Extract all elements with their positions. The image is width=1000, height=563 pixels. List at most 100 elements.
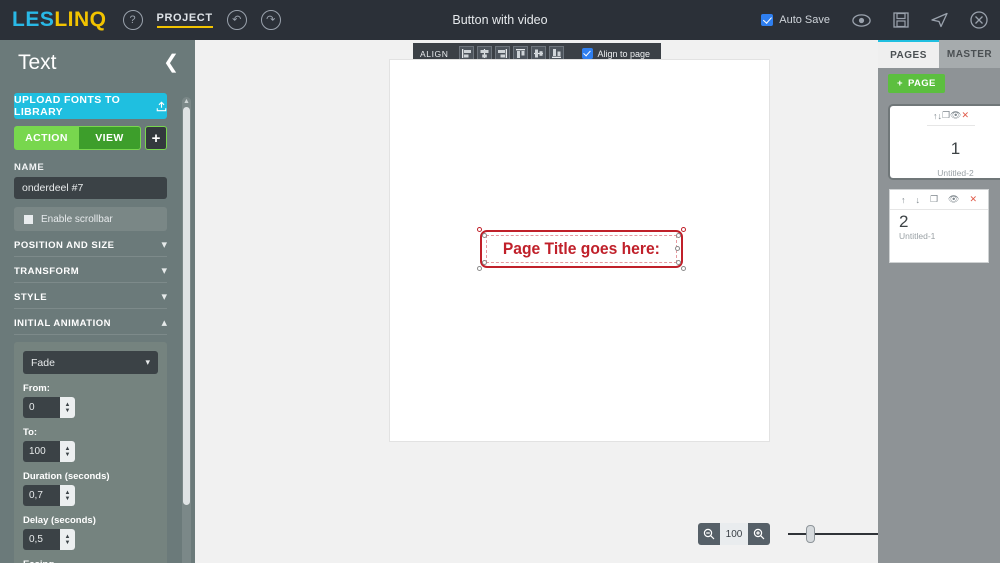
chevron-down-icon: ▾ xyxy=(161,291,167,303)
resize-handle-bottom-left[interactable] xyxy=(477,266,482,271)
name-label: NAME xyxy=(14,162,45,173)
section-label: POSITION AND SIZE xyxy=(14,240,115,251)
add-page-row: + PAGE xyxy=(878,68,1000,98)
tab-view[interactable]: VIEW xyxy=(79,126,141,150)
autosave-label: Auto Save xyxy=(779,14,830,26)
enable-scrollbar-checkbox[interactable] xyxy=(24,214,33,224)
paper-plane-icon[interactable] xyxy=(931,12,948,28)
action-view-toggle: ACTION VIEW + xyxy=(14,126,167,150)
align-to-page-label: Align to page xyxy=(597,48,651,59)
add-page-button[interactable]: + PAGE xyxy=(888,73,945,93)
section-position-and-size[interactable]: POSITION AND SIZE ▾ xyxy=(14,240,167,257)
scroll-up-arrow-icon[interactable]: ▲ xyxy=(182,98,191,105)
duration-stepper[interactable]: 0,7 ▲ ▼ xyxy=(23,485,75,506)
anchor-handle-bottom-left[interactable] xyxy=(482,260,487,265)
to-stepper-arrows[interactable]: ▲ ▼ xyxy=(60,441,75,462)
align-top-icon[interactable] xyxy=(512,46,528,61)
delete-icon[interactable]: ✕ xyxy=(961,110,969,121)
app-root: LES LINQ ? PROJECT ↶ ↷ Button with video … xyxy=(0,0,1000,563)
text-object-dashed-guide xyxy=(486,235,677,263)
to-stepper[interactable]: 100 ▲ ▼ xyxy=(23,441,75,462)
tab-pages[interactable]: PAGES xyxy=(878,40,939,68)
resize-handle-top-right[interactable] xyxy=(681,227,686,232)
resize-handle-bottom-right[interactable] xyxy=(681,266,686,271)
chevron-down-icon: ▾ xyxy=(161,265,167,277)
duplicate-icon[interactable]: ❐ xyxy=(930,194,938,205)
visibility-icon[interactable]: 👁 xyxy=(950,110,961,121)
initial-animation-content: Fade ▾ From: 0 ▲ ▼ To: 100 ▲ ▼ Duration (s… xyxy=(14,342,167,563)
upload-fonts-label: UPLOAD FONTS TO LIBRARY xyxy=(14,94,121,118)
scrollbar-thumb[interactable] xyxy=(183,107,190,505)
page-card[interactable]: ↑ ↓ ❐ 👁 ✕ 2 Untitled-1 xyxy=(890,190,988,262)
easing-label: Easing xyxy=(23,559,158,563)
redo-icon[interactable]: ↷ xyxy=(260,10,281,30)
add-action-button[interactable]: + xyxy=(145,126,167,150)
align-bottom-icon[interactable] xyxy=(548,46,564,61)
animation-type-select[interactable]: Fade ▾ xyxy=(23,351,158,374)
delay-stepper[interactable]: 0,5 ▲ ▼ xyxy=(23,529,75,550)
left-properties-panel: Text ❮ UPLOAD FONTS TO LIBRARY ACTION VI… xyxy=(0,40,195,563)
project-menu[interactable]: PROJECT xyxy=(156,12,213,28)
zoom-slider-handle[interactable] xyxy=(806,525,815,543)
align-right-icon[interactable] xyxy=(494,46,510,61)
align-to-page-toggle[interactable]: Align to page xyxy=(577,46,655,61)
logo-les: LES xyxy=(12,8,55,31)
name-input[interactable] xyxy=(14,177,167,199)
page-card-controls: ↑ ↓ ❐ 👁 ✕ xyxy=(926,106,976,126)
section-transform[interactable]: TRANSFORM ▾ xyxy=(14,266,167,283)
move-up-icon[interactable]: ↑ xyxy=(901,195,906,205)
from-stepper-arrows[interactable]: ▲ ▼ xyxy=(60,397,75,418)
anchor-handle-top-left[interactable] xyxy=(482,233,487,238)
resize-handle-top-left[interactable] xyxy=(477,227,482,232)
duplicate-icon[interactable]: ❐ xyxy=(942,110,950,121)
align-buttons-group xyxy=(458,46,564,61)
align-toolbar-label: ALIGN xyxy=(420,48,449,59)
question-circle-icon[interactable]: ? xyxy=(122,10,143,30)
anchor-handle-bottom-right[interactable] xyxy=(676,260,681,265)
app-logo: LES LINQ xyxy=(12,8,107,32)
from-stepper[interactable]: 0 ▲ ▼ xyxy=(23,397,75,418)
canvas-area[interactable]: ALIGN Align to page Page Title goes here… xyxy=(195,40,1000,563)
tab-master[interactable]: MASTER xyxy=(939,40,1000,68)
chevron-down-icon: ▾ xyxy=(161,239,167,251)
enable-scrollbar-row[interactable]: Enable scrollbar xyxy=(14,207,167,231)
to-value: 100 xyxy=(29,446,46,457)
close-circle-icon[interactable] xyxy=(970,11,988,29)
upload-fonts-button[interactable]: UPLOAD FONTS TO LIBRARY xyxy=(14,93,167,119)
delay-label: Delay (seconds) xyxy=(23,515,96,526)
section-label: STYLE xyxy=(14,292,48,303)
tab-action[interactable]: ACTION xyxy=(14,126,79,150)
right-pages-panel: PAGES MASTER + PAGE ↑ ↓ ❐ 👁 ✕ 1 Untitled… xyxy=(878,40,1000,563)
eye-icon[interactable] xyxy=(852,13,871,27)
zoom-buttons: 100 xyxy=(698,523,770,545)
autosave-toggle[interactable]: Auto Save xyxy=(761,14,830,26)
section-initial-animation[interactable]: INITIAL ANIMATION ▴ xyxy=(14,318,167,335)
selected-text-object[interactable]: Page Title goes here: xyxy=(477,227,686,271)
floppy-disk-icon[interactable] xyxy=(893,12,909,28)
left-panel-scrollbar[interactable]: ▲ ▼ xyxy=(182,97,191,563)
left-panel-title: Text xyxy=(18,50,57,74)
delay-stepper-arrows[interactable]: ▲ ▼ xyxy=(60,529,75,550)
align-left-icon[interactable] xyxy=(458,46,474,61)
delete-icon[interactable]: ✕ xyxy=(969,194,977,205)
section-style[interactable]: STYLE ▾ xyxy=(14,292,167,309)
visibility-icon[interactable]: 👁 xyxy=(948,194,959,205)
undo-icon[interactable]: ↶ xyxy=(226,10,247,30)
move-down-icon[interactable]: ↓ xyxy=(915,195,920,205)
page-name: Untitled-1 xyxy=(899,231,936,241)
add-page-label: PAGE xyxy=(907,77,936,89)
animation-type-value: Fade xyxy=(31,356,55,369)
from-value: 0 xyxy=(29,402,35,413)
autosave-checkbox[interactable] xyxy=(761,14,774,26)
align-middle-vertical-icon[interactable] xyxy=(530,46,546,61)
anchor-handle-top-right[interactable] xyxy=(676,233,681,238)
zoom-value[interactable]: 100 xyxy=(720,523,748,545)
anchor-handle-middle-right[interactable] xyxy=(675,246,680,251)
chevron-left-icon[interactable]: ❮ xyxy=(163,53,179,72)
align-center-horizontal-icon[interactable] xyxy=(476,46,492,61)
zoom-out-icon[interactable] xyxy=(698,523,720,545)
align-to-page-checkbox[interactable] xyxy=(581,48,593,59)
zoom-in-icon[interactable] xyxy=(748,523,770,545)
page-card[interactable]: ↑ ↓ ❐ 👁 ✕ 1 Untitled-2 xyxy=(890,106,1000,178)
duration-stepper-arrows[interactable]: ▲ ▼ xyxy=(60,485,75,506)
